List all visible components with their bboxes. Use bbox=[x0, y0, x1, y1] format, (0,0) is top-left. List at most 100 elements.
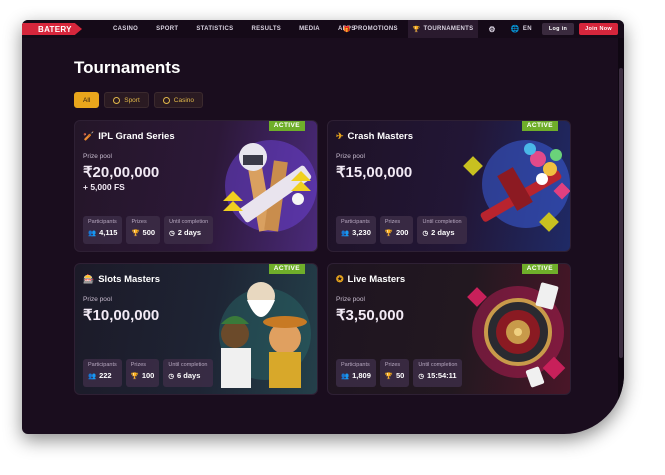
stat-label: Participants bbox=[341, 362, 370, 368]
filter-casino[interactable]: Casino bbox=[153, 92, 204, 108]
card-title-text: Slots Masters bbox=[98, 274, 160, 285]
stat-participants: Participants 👥 4,115 bbox=[83, 216, 123, 244]
main-nav: CASINO SPORT STATISTICS RESULTS MEDIA AP… bbox=[104, 20, 365, 38]
login-button[interactable]: Log in bbox=[541, 23, 575, 35]
status-badge: ACTIVE bbox=[521, 264, 558, 274]
prize-pool-value: ₹3,50,000 bbox=[336, 307, 404, 324]
page-title: Tournaments bbox=[74, 58, 181, 77]
browser-viewport: BATERY CASINO SPORT STATISTICS RESULTS M… bbox=[22, 20, 624, 434]
stat-label: Prizes bbox=[384, 362, 401, 368]
stat-label: Until completion bbox=[418, 362, 458, 368]
people-icon: 👥 bbox=[88, 372, 97, 380]
scrollbar-thumb[interactable] bbox=[619, 68, 623, 358]
people-icon: 👥 bbox=[341, 372, 350, 380]
stat-label: Until completion bbox=[422, 219, 462, 225]
card-title-text: Crash Masters bbox=[347, 131, 414, 142]
language-label: EN bbox=[522, 26, 532, 32]
cricket-art bbox=[223, 140, 317, 232]
cricket-bat-icon: 🏏 bbox=[83, 131, 95, 141]
tournament-card[interactable]: ACTIVE ✈ Crash Masters Prize pool ₹15,00,… bbox=[327, 120, 571, 252]
stat-until: Until completion ◷ 6 days bbox=[163, 359, 213, 387]
top-navigation-bar: BATERY CASINO SPORT STATISTICS RESULTS M… bbox=[22, 20, 624, 38]
casino-chip-icon bbox=[162, 96, 170, 104]
card-stats: Participants 👥 4,115 Prizes 🏆 500 Until comp… bbox=[83, 216, 214, 244]
brand-logo[interactable]: BATERY bbox=[22, 23, 82, 35]
prize-pool-label: Prize pool bbox=[83, 296, 112, 303]
stat-participants: Participants 👥 1,809 bbox=[336, 359, 376, 387]
tournament-card[interactable]: ACTIVE 🎰 Slots Masters Prize pool ₹10,00,… bbox=[74, 263, 318, 395]
tournament-card[interactable]: ACTIVE 🏏 IPL Grand Series Prize pool ₹20,… bbox=[74, 120, 318, 252]
clock-icon: ◷ bbox=[422, 229, 429, 237]
stat-value: 500 bbox=[142, 228, 156, 237]
tournament-card[interactable]: ACTIVE ✪ Live Masters Prize pool ₹3,50,00… bbox=[327, 263, 571, 395]
filter-all[interactable]: All bbox=[74, 92, 100, 108]
filter-sport[interactable]: Sport bbox=[104, 92, 149, 108]
trophy-icon: 🏆 bbox=[384, 229, 393, 237]
trophy-icon: 🏆 bbox=[131, 229, 140, 237]
prize-pool-value: ₹10,00,000 bbox=[83, 307, 160, 324]
stat-label: Participants bbox=[88, 219, 117, 225]
slots-characters-art bbox=[219, 282, 311, 388]
card-stats: Participants 👥 222 Prizes 🏆 100 Until comple… bbox=[83, 359, 213, 387]
tournaments-label: TOURNAMENTS bbox=[423, 26, 474, 32]
stat-label: Until completion bbox=[169, 219, 209, 225]
stat-prizes: Prizes 🏆 500 bbox=[126, 216, 161, 244]
card-title: 🎰 Slots Masters bbox=[83, 274, 160, 285]
chat-bubble-button[interactable] bbox=[614, 427, 624, 434]
gift-icon: 🎁 bbox=[342, 26, 351, 33]
page-scrollbar[interactable] bbox=[618, 38, 624, 434]
logo-text: BATERY bbox=[38, 24, 72, 34]
card-stats: Participants 👥 1,809 Prizes 🏆 50 Until compl… bbox=[336, 359, 463, 387]
stat-value: 100 bbox=[141, 371, 155, 380]
card-title-text: IPL Grand Series bbox=[98, 131, 175, 142]
stat-value: 3,230 bbox=[352, 228, 371, 237]
stat-until: Until completion ◷ 2 days bbox=[417, 216, 467, 244]
prize-pool-label: Prize pool bbox=[336, 296, 365, 303]
stat-label: Participants bbox=[341, 219, 370, 225]
stat-prizes: Prizes 🏆 100 bbox=[125, 359, 160, 387]
stat-prizes: Prizes 🏆 200 bbox=[379, 216, 414, 244]
filter-casino-label: Casino bbox=[173, 96, 195, 104]
prize-pool-label: Prize pool bbox=[83, 153, 112, 160]
prize-pool-value: ₹20,00,000 bbox=[83, 164, 160, 181]
filter-tabs: All Sport Casino bbox=[74, 92, 204, 108]
nav-media[interactable]: MEDIA bbox=[290, 20, 329, 38]
stat-value: 2 days bbox=[177, 228, 202, 237]
plane-icon: ✈ bbox=[336, 131, 344, 141]
clock-icon: ◷ bbox=[418, 372, 424, 380]
right-nav: 🎁 PROMOTIONS 🏆 TOURNAMENTS ⚙ 🌐 EN Log in… bbox=[338, 20, 618, 38]
prize-extra: + 5,000 FS bbox=[83, 182, 125, 192]
stat-value: 15:54:11 bbox=[426, 371, 457, 380]
status-badge: ACTIVE bbox=[521, 121, 558, 131]
stat-label: Prizes bbox=[131, 219, 147, 225]
stat-value: 6 days bbox=[177, 371, 201, 380]
settings-button[interactable]: ⚙ bbox=[483, 20, 500, 38]
stat-participants: Participants 👥 3,230 bbox=[336, 216, 376, 244]
nav-tournaments[interactable]: 🏆 TOURNAMENTS bbox=[407, 20, 479, 38]
soccer-ball-icon bbox=[113, 96, 121, 104]
clock-icon: ◷ bbox=[168, 372, 175, 380]
nav-statistics[interactable]: STATISTICS bbox=[187, 20, 242, 38]
status-badge: ACTIVE bbox=[268, 264, 305, 274]
stat-value: 1,809 bbox=[352, 371, 371, 380]
join-button[interactable]: Join Now bbox=[579, 23, 618, 35]
nav-promotions[interactable]: 🎁 PROMOTIONS bbox=[338, 20, 403, 38]
nav-casino[interactable]: CASINO bbox=[104, 20, 147, 38]
globe-icon: 🌐 bbox=[510, 26, 520, 33]
promotions-label: PROMOTIONS bbox=[353, 26, 398, 32]
filter-sport-label: Sport bbox=[124, 96, 140, 104]
stat-value: 4,115 bbox=[99, 228, 118, 237]
people-icon: 👥 bbox=[341, 229, 350, 237]
nav-results[interactable]: RESULTS bbox=[242, 20, 290, 38]
nav-sport[interactable]: SPORT bbox=[147, 20, 187, 38]
trophy-icon: 🏆 bbox=[130, 372, 139, 380]
prize-pool-label: Prize pool bbox=[336, 153, 365, 160]
card-title-text: Live Masters bbox=[347, 274, 406, 285]
gear-icon: ⚙ bbox=[488, 24, 496, 34]
crash-art bbox=[463, 140, 570, 232]
stat-value: 2 days bbox=[431, 228, 455, 237]
stat-value: 50 bbox=[395, 371, 405, 380]
card-title: 🏏 IPL Grand Series bbox=[83, 131, 175, 142]
language-selector[interactable]: 🌐 EN bbox=[506, 20, 537, 38]
stat-value: 222 bbox=[99, 371, 112, 380]
